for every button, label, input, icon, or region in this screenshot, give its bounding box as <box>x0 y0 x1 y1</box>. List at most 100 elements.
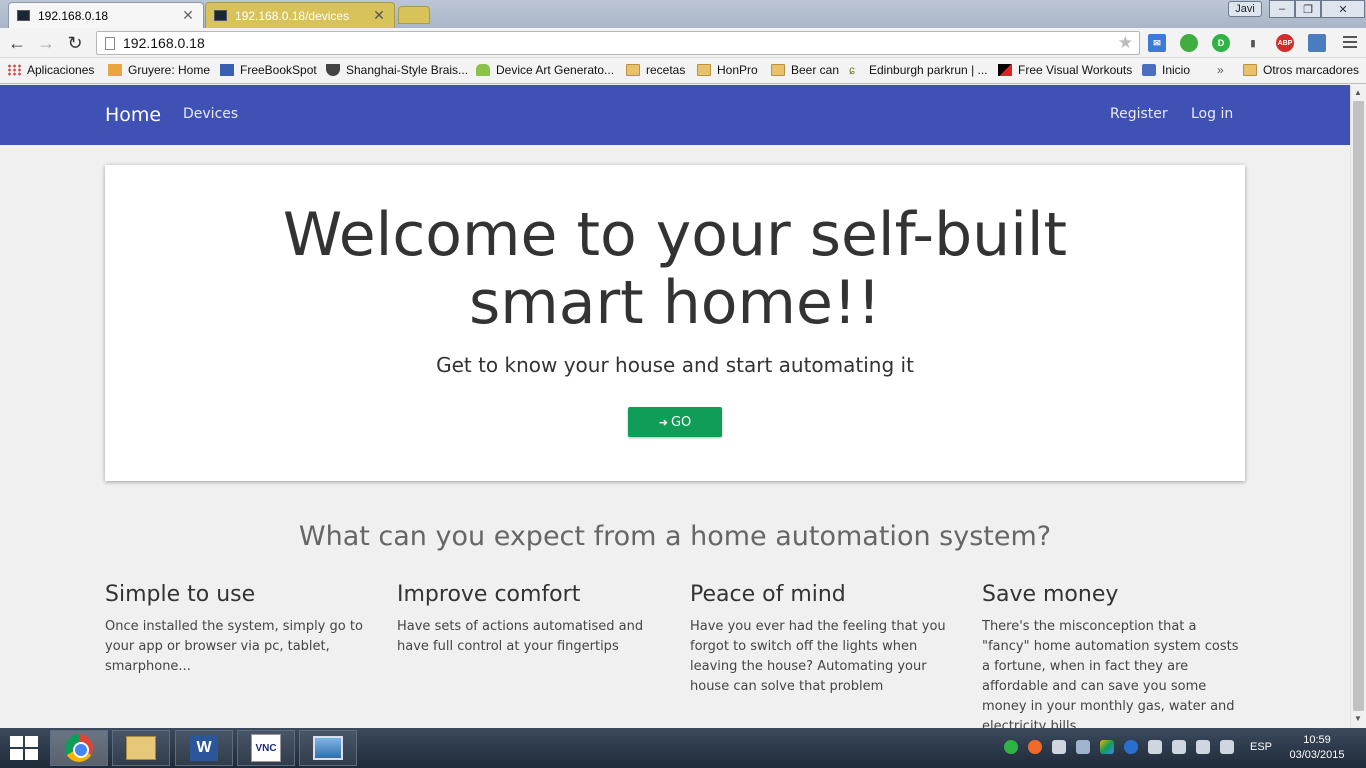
nav-register-link[interactable]: Register <box>1110 106 1168 122</box>
feature-title: Save money <box>982 582 1119 607</box>
tray-bell-icon[interactable] <box>1052 740 1066 754</box>
language-indicator[interactable]: ESP <box>1250 741 1272 753</box>
evernote-icon[interactable] <box>1180 34 1198 52</box>
address-bar[interactable]: 192.168.0.18 ★ <box>96 31 1140 55</box>
taskbar-word[interactable]: W <box>175 730 233 766</box>
hero-title: Welcome to your self-built smart home!! <box>282 200 1068 338</box>
bookmark-freebookspot[interactable]: FreeBookSpot <box>220 63 317 77</box>
bookmarks-overflow-button[interactable]: » <box>1217 63 1224 77</box>
bookmark-recetas[interactable]: recetas <box>626 63 685 77</box>
nav-login-link[interactable]: Log in <box>1191 106 1233 122</box>
bookmarks-bar: Aplicaciones Gruyere: Home FreeBookSpot … <box>0 58 1366 84</box>
bookmark-label: Device Art Generato... <box>496 63 615 77</box>
back-arrow-icon[interactable]: ← <box>6 32 28 54</box>
folder-icon <box>771 64 785 76</box>
bookmark-label: Otros marcadores <box>1263 63 1360 77</box>
scroll-down-icon[interactable]: ▼ <box>1354 714 1362 723</box>
feature-comfort: Improve comfort Have sets of actions aut… <box>397 582 659 657</box>
bookmark-shanghai[interactable]: Shanghai-Style Brais... <box>326 63 468 77</box>
minimize-button[interactable]: – <box>1269 0 1295 18</box>
bookmark-label: Gruyere: Home <box>128 63 211 77</box>
bookmark-label: Beer can <box>791 63 840 77</box>
bookmark-inicio[interactable]: Inicio <box>1142 63 1190 77</box>
feature-text: Have you ever had the feeling that you f… <box>690 619 946 694</box>
feature-peace: Peace of mind Have you ever had the feel… <box>690 582 952 697</box>
taskbar-vnc[interactable]: VNC <box>237 730 295 766</box>
tray-signal-icon[interactable] <box>1196 740 1210 754</box>
bookmark-gruyere[interactable]: Gruyere: Home <box>108 63 210 77</box>
feature-money: Save money There's the misconception tha… <box>982 582 1244 728</box>
page-viewport: Home Devices Register Log in Welcome to … <box>0 85 1350 728</box>
bookmark-apps[interactable]: Aplicaciones <box>7 63 94 77</box>
forward-arrow-icon[interactable]: → <box>35 32 57 54</box>
page-icon <box>1142 64 1156 76</box>
close-tab-icon[interactable]: ✕ <box>372 7 386 24</box>
nav-devices-link[interactable]: Devices <box>183 106 238 122</box>
windows-start-icon[interactable] <box>10 736 38 760</box>
tab-home[interactable]: 192.168.0.18 ✕ <box>8 2 204 28</box>
bookmark-parkrun[interactable]: ɕ Edinburgh parkrun | ... <box>849 63 988 77</box>
bookmark-label: HonPro <box>717 63 758 77</box>
taskbar-photos[interactable] <box>299 730 357 766</box>
tray-sync-icon[interactable] <box>1076 740 1090 754</box>
tray-battery-icon[interactable] <box>1172 740 1186 754</box>
taskbar-clock[interactable]: 10:59 03/03/2015 <box>1282 733 1352 763</box>
mail-icon[interactable]: ✉ <box>1148 34 1166 52</box>
tray-volume-muted-icon[interactable] <box>1220 740 1234 754</box>
signal-icon[interactable]: ▮ <box>1244 34 1262 52</box>
new-tab-button[interactable] <box>398 6 430 24</box>
taskbar-file-explorer[interactable] <box>112 730 170 766</box>
ext-icon[interactable] <box>1308 34 1326 52</box>
terminal-favicon-icon <box>214 10 227 21</box>
tray-green-icon[interactable] <box>1004 740 1018 754</box>
clock-date: 03/03/2015 <box>1289 749 1345 761</box>
clock-time: 10:59 <box>1303 734 1331 746</box>
bookmark-free-visual-workouts[interactable]: Free Visual Workouts <box>998 63 1132 77</box>
vnc-icon: VNC <box>251 734 281 762</box>
other-bookmarks[interactable]: Otros marcadores <box>1243 63 1359 77</box>
terminal-favicon-icon <box>17 10 30 21</box>
go-button-label: GO <box>670 414 692 430</box>
tab-title: 192.168.0.18 <box>38 8 109 23</box>
go-button[interactable]: ➜ GO <box>628 407 722 437</box>
scroll-up-icon[interactable]: ▲ <box>1354 88 1362 97</box>
tab-strip: 192.168.0.18 ✕ 192.168.0.18/devices ✕ Ja… <box>0 0 1366 28</box>
android-icon <box>476 64 490 76</box>
feature-text: Once installed the system, simply go to … <box>105 619 363 674</box>
tray-drive-icon[interactable] <box>1100 740 1114 754</box>
bookmark-label: Free Visual Workouts <box>1018 63 1133 77</box>
word-icon: W <box>190 735 218 761</box>
pushbullet-icon[interactable]: D <box>1212 34 1230 52</box>
scrollbar-thumb[interactable] <box>1353 101 1364 711</box>
reload-icon[interactable]: ↻ <box>64 32 86 54</box>
tray-bluetooth-icon[interactable] <box>1124 740 1138 754</box>
feature-title: Peace of mind <box>690 582 846 607</box>
close-tab-icon[interactable]: ✕ <box>181 7 195 24</box>
bowl-icon <box>326 64 340 76</box>
bookmark-star-icon[interactable]: ★ <box>1118 33 1133 53</box>
address-text[interactable]: 192.168.0.18 <box>123 35 1118 51</box>
page-icon <box>105 36 115 50</box>
tray-upload-icon[interactable] <box>1028 740 1042 754</box>
page-scrollbar[interactable]: ▲ ▼ <box>1350 85 1366 728</box>
bookmark-honpro[interactable]: HonPro <box>697 63 758 77</box>
site-navbar: Home Devices Register Log in <box>0 85 1350 145</box>
nav-brand-home[interactable]: Home <box>105 104 161 126</box>
bookmark-beer-can[interactable]: Beer can <box>771 63 839 77</box>
feature-text: There's the misconception that a "fancy"… <box>982 619 1239 728</box>
folder-icon <box>1243 64 1257 76</box>
close-window-button[interactable]: ✕ <box>1321 0 1365 18</box>
folder-icon <box>626 64 640 76</box>
hero-subtitle: Get to know your house and start automat… <box>436 353 914 377</box>
tab-devices[interactable]: 192.168.0.18/devices ✕ <box>205 2 395 28</box>
windows-taskbar: W VNC ESP 10:59 03/03/2015 <box>0 728 1366 768</box>
photos-icon <box>313 736 343 760</box>
bookmark-device-art[interactable]: Device Art Generato... <box>476 63 614 77</box>
page-icon <box>108 64 122 76</box>
taskbar-chrome[interactable] <box>50 730 108 766</box>
restore-button[interactable]: ❐ <box>1295 0 1321 18</box>
chrome-menu-icon[interactable] <box>1343 34 1357 50</box>
tray-network-icon[interactable] <box>1148 740 1162 754</box>
adblock-icon[interactable]: ABP <box>1276 34 1294 52</box>
profile-badge[interactable]: Javi <box>1228 1 1262 17</box>
